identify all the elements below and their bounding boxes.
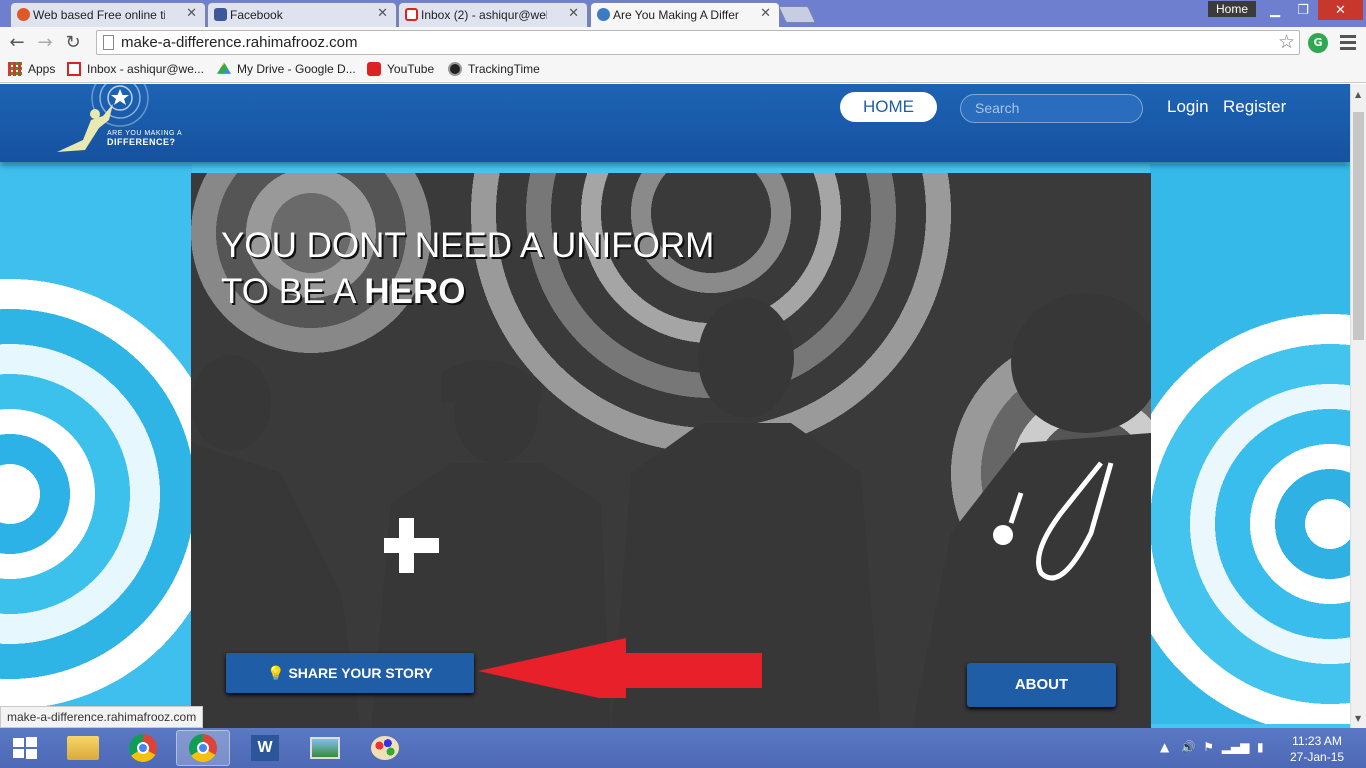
hero-headline: YOU DONT NEED A UNIFORM TO BE A HERO bbox=[221, 223, 714, 315]
tab-make-a-difference[interactable]: Are You Making A Differe ✕ bbox=[590, 2, 780, 27]
tab-title: Are You Making A Differe bbox=[613, 8, 739, 22]
chrome-icon[interactable] bbox=[176, 730, 230, 766]
gmail-icon bbox=[67, 62, 81, 76]
decorative-rings-left bbox=[0, 164, 192, 724]
maximize-button[interactable]: ❐ bbox=[1290, 0, 1316, 20]
bookmark-label: Inbox - ashiqur@we... bbox=[87, 62, 204, 76]
site-header: ARE YOU MAKING A DIFFERENCE? HOME Search… bbox=[0, 84, 1350, 162]
share-button-label: SHARE YOUR STORY bbox=[288, 665, 433, 681]
bookmarks-bar: Apps Inbox - ashiqur@we... My Drive - Go… bbox=[0, 58, 1366, 83]
logo-line-2: DIFFERENCE? bbox=[107, 137, 176, 147]
clock-date: 27-Jan-15 bbox=[1290, 750, 1345, 764]
windows-taskbar: W ▲ 🔊 ⚑ ▂▄▆ ▮ 11:23 AM 27-Jan-15 bbox=[0, 728, 1366, 768]
flag-icon[interactable]: ⚑ bbox=[1203, 740, 1214, 754]
login-link[interactable]: Login bbox=[1167, 97, 1209, 117]
word-icon[interactable]: W bbox=[238, 730, 292, 766]
system-tray: ▲ 🔊 ⚑ ▂▄▆ ▮ bbox=[1160, 740, 1264, 754]
chrome-icon[interactable] bbox=[116, 730, 170, 766]
nav-home-button[interactable]: HOME bbox=[840, 92, 937, 122]
headline-line-1: YOU DONT NEED A UNIFORM bbox=[221, 226, 715, 265]
network-icon[interactable]: ▂▄▆ bbox=[1222, 740, 1250, 754]
headline-line-2: TO BE A bbox=[221, 272, 365, 311]
bookmark-star-icon[interactable]: ☆ bbox=[1278, 31, 1295, 53]
new-tab-button[interactable] bbox=[778, 6, 816, 23]
bookmark-label: YouTube bbox=[387, 62, 435, 76]
close-tab-icon[interactable]: ✕ bbox=[377, 6, 388, 21]
status-bar: make-a-difference.rahimafrooz.com bbox=[0, 706, 204, 728]
bookmark-trackingtime[interactable]: TrackingTime bbox=[448, 62, 540, 76]
tab-facebook[interactable]: Facebook ✕ bbox=[207, 2, 397, 27]
web-page: ARE YOU MAKING A DIFFERENCE? HOME Search… bbox=[0, 84, 1350, 728]
logo-tagline: ARE YOU MAKING A DIFFERENCE? bbox=[107, 129, 182, 148]
red-arrow-annotation bbox=[478, 638, 762, 698]
browser-tab-strip: Web based Free online tim ✕ Facebook ✕ I… bbox=[0, 0, 1366, 27]
window-user-label: Home bbox=[1208, 1, 1256, 17]
reload-button[interactable]: ↻ bbox=[62, 32, 84, 54]
show-hidden-icons-icon[interactable]: ▲ bbox=[1160, 740, 1169, 754]
tab-title: Web based Free online tim bbox=[33, 8, 165, 22]
gmail-icon bbox=[405, 8, 418, 21]
photo-viewer-icon[interactable] bbox=[298, 730, 352, 766]
ubuntu-icon bbox=[17, 8, 30, 21]
page-scrollbar[interactable]: ▲ ▼ bbox=[1350, 84, 1366, 728]
close-tab-icon[interactable]: ✕ bbox=[760, 6, 771, 21]
back-button[interactable]: ← bbox=[6, 32, 28, 54]
extension-icon[interactable]: G bbox=[1308, 33, 1328, 53]
scrollbar-thumb[interactable] bbox=[1353, 112, 1364, 340]
bookmark-apps[interactable]: Apps bbox=[8, 62, 55, 76]
tab-title: Inbox (2) - ashiqur@webal bbox=[421, 8, 547, 22]
url-text: make-a-difference.rahimafrooz.com bbox=[121, 34, 358, 51]
page-icon bbox=[103, 35, 114, 50]
close-tab-icon[interactable]: ✕ bbox=[568, 6, 579, 21]
logo-line-1: ARE YOU MAKING A bbox=[107, 130, 183, 137]
file-explorer-icon[interactable] bbox=[56, 730, 110, 766]
site-icon bbox=[597, 8, 610, 21]
bookmark-gmail[interactable]: Inbox - ashiqur@we... bbox=[67, 62, 204, 76]
apps-grid-icon bbox=[8, 62, 22, 76]
taskbar-clock[interactable]: 11:23 AM 27-Jan-15 bbox=[1290, 733, 1344, 765]
start-button[interactable] bbox=[2, 730, 48, 766]
lightbulb-icon: 💡 bbox=[267, 665, 285, 681]
bookmark-google-drive[interactable]: My Drive - Google D... bbox=[217, 62, 356, 76]
browser-toolbar: ← → ↻ make-a-difference.rahimafrooz.com … bbox=[0, 27, 1366, 58]
windows-logo-icon bbox=[13, 737, 37, 759]
about-button[interactable]: ABOUT bbox=[967, 663, 1116, 707]
bookmark-label: TrackingTime bbox=[468, 62, 540, 76]
scroll-down-icon[interactable]: ▼ bbox=[1355, 714, 1361, 723]
clock-time: 11:23 AM bbox=[1292, 734, 1342, 748]
bookmark-label: Apps bbox=[28, 62, 56, 76]
trackingtime-icon bbox=[448, 62, 462, 76]
site-logo[interactable]: ARE YOU MAKING A DIFFERENCE? bbox=[55, 84, 215, 156]
close-window-button[interactable]: ✕ bbox=[1318, 0, 1363, 20]
bookmark-label: My Drive - Google D... bbox=[237, 62, 356, 76]
share-your-story-button[interactable]: 💡 SHARE YOUR STORY bbox=[226, 653, 474, 693]
register-link[interactable]: Register bbox=[1223, 97, 1286, 117]
volume-icon[interactable]: 🔊 bbox=[1181, 740, 1196, 754]
tab-gmail-inbox[interactable]: Inbox (2) - ashiqur@webal ✕ bbox=[398, 2, 588, 27]
google-drive-icon bbox=[217, 62, 231, 74]
youtube-icon bbox=[367, 62, 381, 76]
facebook-icon bbox=[214, 8, 227, 21]
bookmark-youtube[interactable]: YouTube bbox=[367, 62, 434, 76]
tab-title: Facebook bbox=[230, 8, 283, 22]
address-bar[interactable]: make-a-difference.rahimafrooz.com ☆ bbox=[96, 30, 1300, 55]
scroll-up-icon[interactable]: ▲ bbox=[1355, 90, 1361, 99]
close-tab-icon[interactable]: ✕ bbox=[186, 6, 197, 21]
tab-web-based[interactable]: Web based Free online tim ✕ bbox=[10, 2, 206, 27]
paint-icon[interactable] bbox=[358, 730, 412, 766]
battery-icon[interactable]: ▮ bbox=[1257, 740, 1264, 754]
chrome-menu-icon[interactable] bbox=[1340, 35, 1356, 53]
headline-emphasis: HERO bbox=[364, 272, 466, 311]
search-input[interactable]: Search bbox=[960, 94, 1143, 123]
minimize-button[interactable]: ▁ bbox=[1262, 0, 1288, 20]
decorative-rings-right bbox=[1150, 164, 1350, 724]
forward-button[interactable]: → bbox=[34, 32, 56, 54]
